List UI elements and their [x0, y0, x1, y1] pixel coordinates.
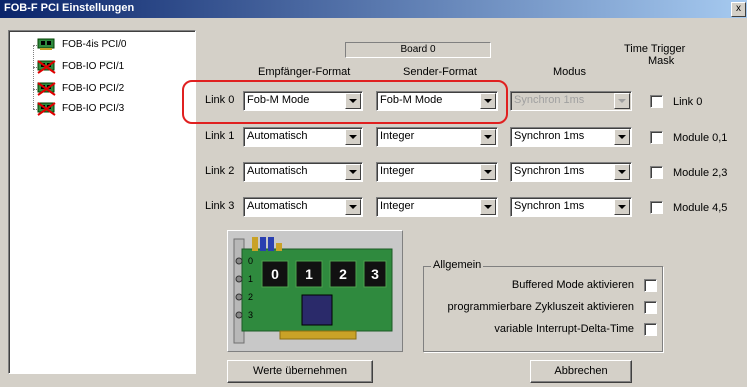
time-trigger-mask-checkbox-link2[interactable] — [650, 166, 663, 179]
modus-select-link3[interactable]: Synchron 1ms — [510, 197, 632, 217]
chip-label: 0 — [271, 266, 279, 282]
select-value: Integer — [380, 200, 415, 212]
chevron-down-icon[interactable] — [345, 129, 361, 145]
chevron-down-icon[interactable] — [614, 129, 630, 145]
mask-label: Module 0,1 — [673, 132, 728, 144]
mask-label: Module 2,3 — [673, 167, 728, 179]
chevron-down-icon — [614, 93, 630, 109]
chevron-down-icon[interactable] — [480, 199, 496, 215]
pci-card-icon — [37, 38, 57, 51]
jumper — [268, 237, 274, 251]
highlight-oval — [182, 80, 508, 124]
time-trigger-mask-checkbox-link1[interactable] — [650, 131, 663, 144]
device-tree[interactable]: FOB-4is PCI/0 FOB-IO PCI/1 FOB-IO PCI/2 … — [8, 30, 196, 374]
tree-item-label: FOB-IO PCI/1 — [62, 61, 125, 72]
header-mask: Mask — [648, 55, 675, 67]
select-value: Synchron 1ms — [514, 200, 585, 212]
tree-item-label: FOB-4is PCI/0 — [62, 39, 127, 50]
link-label: Link 2 — [205, 165, 235, 177]
allgemein-group: Allgemein Buffered Mode aktivieren progr… — [423, 259, 663, 352]
port-label: 3 — [248, 310, 253, 320]
tree-item-fob-4is-pci0[interactable]: FOB-4is PCI/0 — [37, 38, 126, 52]
tree-item-fob-io-pci3[interactable]: FOB-IO PCI/3 — [37, 102, 125, 117]
sender-format-select-link3[interactable]: Integer — [376, 197, 498, 217]
chevron-down-icon[interactable] — [480, 129, 496, 145]
window-title: FOB-F PCI Einstellungen — [4, 2, 135, 14]
apply-values-button[interactable]: Werte übernehmen — [227, 360, 373, 383]
zykluszeit-checkbox[interactable] — [644, 301, 657, 314]
jumper — [252, 237, 258, 251]
pci-card-illustration: 0 1 2 3 0 1 2 3 — [227, 230, 403, 352]
option-label: Buffered Mode aktivieren — [511, 279, 634, 291]
link-label: Link 3 — [205, 200, 235, 212]
header-time-trigger: Time Trigger — [624, 43, 686, 55]
select-value: Integer — [380, 165, 415, 177]
pci-card-error-icon — [37, 82, 57, 97]
port-connector — [235, 293, 243, 301]
processor-chip — [301, 294, 333, 326]
chevron-down-icon[interactable] — [480, 164, 496, 180]
sender-format-select-link1[interactable]: Integer — [376, 127, 498, 147]
port-label: 1 — [248, 274, 253, 284]
tree-item-fob-io-pci2[interactable]: FOB-IO PCI/2 — [37, 82, 125, 97]
group-legend: Allgemein — [431, 259, 484, 271]
time-trigger-mask-checkbox-link3[interactable] — [650, 201, 663, 214]
jumper — [260, 237, 266, 251]
select-value: Automatisch — [247, 130, 308, 142]
chevron-down-icon[interactable] — [614, 164, 630, 180]
port-connector — [235, 275, 243, 283]
pci-card-graphic: 0 1 2 3 0 1 2 3 — [233, 237, 393, 344]
tree-connector — [33, 45, 34, 109]
chevron-down-icon[interactable] — [345, 199, 361, 215]
close-button[interactable]: x — [731, 2, 746, 17]
time-trigger-mask-checkbox-link0[interactable] — [650, 95, 663, 108]
select-value: Synchron 1ms — [514, 165, 585, 177]
port-connector — [235, 257, 243, 265]
mask-label: Link 0 — [673, 96, 703, 108]
cancel-button[interactable]: Abbrechen — [530, 360, 632, 383]
empfaenger-format-select-link2[interactable]: Automatisch — [243, 162, 363, 182]
board-label: Board 0 — [345, 42, 491, 58]
port-label: 0 — [248, 256, 253, 266]
header-modus: Modus — [553, 66, 587, 78]
mask-label: Module 4,5 — [673, 202, 728, 214]
select-value: Synchron 1ms — [514, 94, 585, 106]
select-value: Integer — [380, 130, 415, 142]
header-empfaenger-format: Empfänger-Format — [258, 66, 351, 78]
tree-item-label: FOB-IO PCI/2 — [62, 83, 125, 94]
modus-select-link1[interactable]: Synchron 1ms — [510, 127, 632, 147]
interrupt-delta-time-checkbox[interactable] — [644, 323, 657, 336]
tree-item-label: FOB-IO PCI/3 — [62, 103, 125, 114]
sender-format-select-link2[interactable]: Integer — [376, 162, 498, 182]
option-label: programmierbare Zykluszeit aktivieren — [447, 301, 634, 313]
header-sender-format: Sender-Format — [403, 66, 477, 78]
pci-card-error-icon — [37, 60, 57, 75]
port-connector — [235, 311, 243, 319]
empfaenger-format-select-link3[interactable]: Automatisch — [243, 197, 363, 217]
chip-label: 1 — [305, 266, 313, 282]
pci-edge-connector — [279, 330, 357, 340]
tree-item-fob-io-pci1[interactable]: FOB-IO PCI/1 — [37, 60, 125, 75]
chevron-down-icon[interactable] — [614, 199, 630, 215]
port-label: 2 — [248, 292, 253, 302]
chip-label: 2 — [339, 266, 347, 282]
modus-select-link0[interactable]: Synchron 1ms — [510, 91, 632, 111]
buffered-mode-checkbox[interactable] — [644, 279, 657, 292]
pci-card-error-icon — [37, 102, 57, 117]
select-value: Automatisch — [247, 165, 308, 177]
link-label: Link 1 — [205, 130, 235, 142]
jumper — [276, 243, 282, 251]
select-value: Automatisch — [247, 200, 308, 212]
title-bar: FOB-F PCI Einstellungen x — [0, 0, 747, 18]
chevron-down-icon[interactable] — [345, 164, 361, 180]
empfaenger-format-select-link1[interactable]: Automatisch — [243, 127, 363, 147]
chip-label: 3 — [371, 266, 379, 282]
option-label: variable Interrupt-Delta-Time — [494, 323, 634, 335]
modus-select-link2[interactable]: Synchron 1ms — [510, 162, 632, 182]
select-value: Synchron 1ms — [514, 130, 585, 142]
